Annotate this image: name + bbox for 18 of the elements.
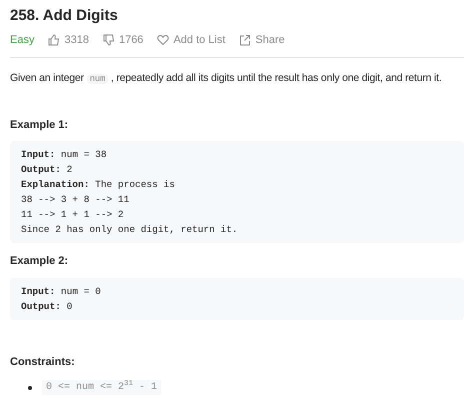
like-button[interactable]: 3318 [48, 32, 89, 48]
share-button[interactable]: Share [239, 32, 285, 48]
difficulty-label: Easy [10, 33, 34, 48]
example-heading: Example 2: [10, 254, 70, 269]
heart-icon [157, 34, 170, 46]
dislike-button[interactable]: 1766 [102, 32, 144, 48]
bullet-icon [28, 386, 32, 390]
add-to-list-button[interactable]: Add to List [157, 32, 226, 48]
problem-title: 258. Add Digits [10, 6, 119, 26]
constraints-heading: Constraints: [10, 354, 76, 370]
example-heading: Example 1: [10, 118, 70, 132]
code-block: Input: num = 0 Output: 0 [10, 278, 464, 320]
share-icon [239, 34, 252, 46]
constraint-text: 0 <= num <= 2$^{31}$ - 1 [42, 380, 162, 395]
thumbs-up-icon [48, 34, 60, 46]
description-text: Given an integer num , repeatedly add all its digits until the result has only one digit, and return it. [10, 70, 443, 86]
code-block: Input: num = 38 Output: 2 Explanation: The process is 38 --> 3 + 8 --> 11 11 --> 1 + 1 --> 2 Since 2 has only one digit, return it. [10, 141, 464, 243]
thumbs-down-icon [102, 34, 115, 46]
